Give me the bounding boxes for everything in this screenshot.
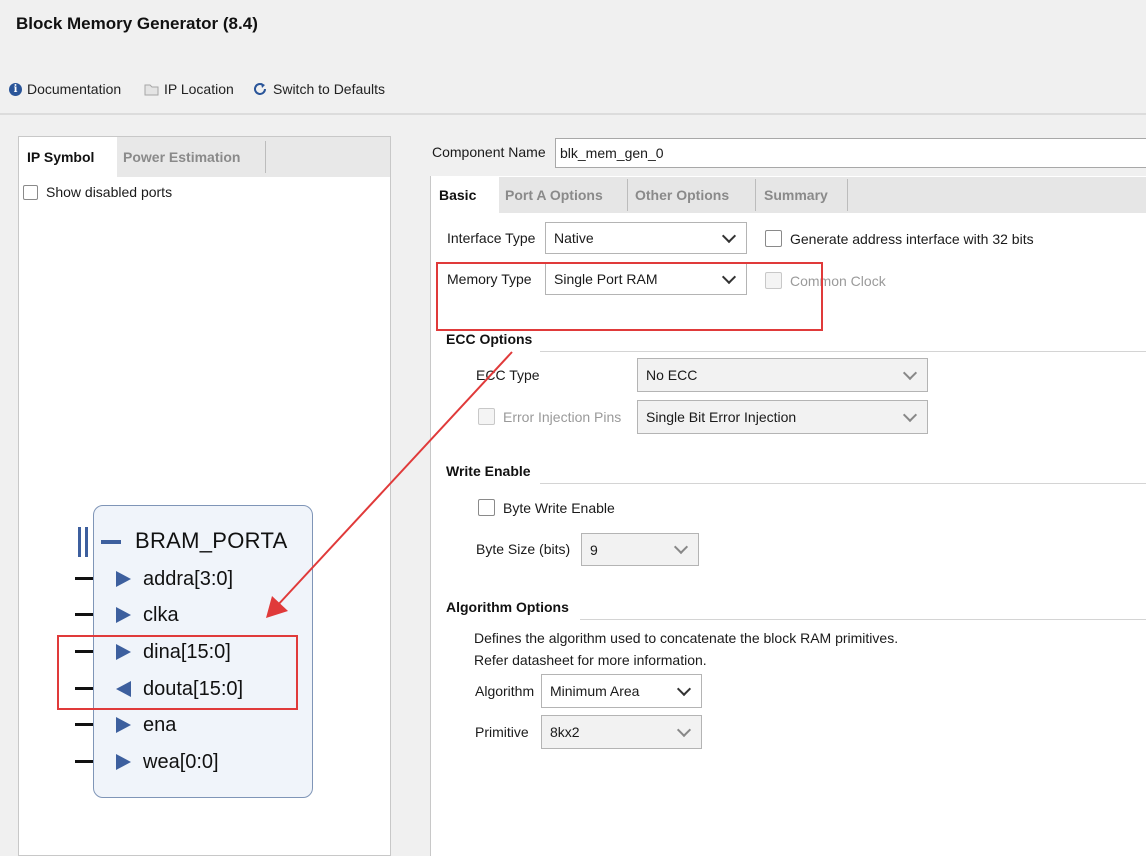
annotation-arrow-line — [275, 351, 513, 608]
annotation-arrow-head — [266, 596, 288, 618]
annotation-arrow — [266, 351, 513, 618]
